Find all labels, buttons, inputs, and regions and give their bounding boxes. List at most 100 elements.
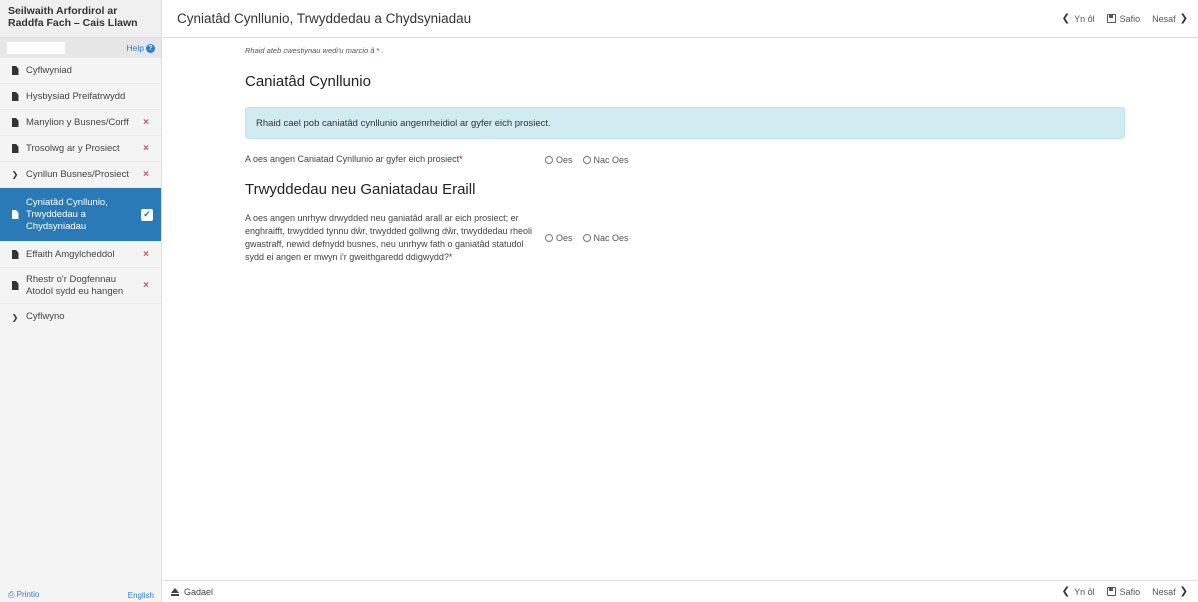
- print-link[interactable]: ⎙ Printio: [8, 590, 39, 600]
- radio-circle-icon[interactable]: [582, 155, 591, 164]
- required-note: Rhaid ateb cwestiynau wedi'u marcio â * …: [245, 46, 1125, 55]
- error-icon: ×: [143, 280, 149, 291]
- language-link[interactable]: English: [128, 591, 154, 600]
- chevron-left-icon: ❮: [1061, 586, 1071, 597]
- chevron-right-icon: ❯: [1179, 586, 1188, 597]
- radio-label: Nac Oes: [593, 233, 629, 243]
- chevron-right-icon: ❯: [11, 312, 19, 322]
- question-planning-permission: A oes angen Caniatad Cynllunio ar gyfer …: [245, 153, 1125, 166]
- error-icon: ×: [143, 249, 149, 260]
- sidebar-item-label: Cynllun Busnes/Prosiect: [26, 168, 129, 180]
- sidebar-item-label: Rhestr o'r Dogfennau Atodol sydd eu hang…: [26, 273, 124, 297]
- radio-group: Oes Nac Oes: [545, 153, 629, 166]
- footer: Gadael ❮ Yn ôl Safio Nesaf ❯: [163, 580, 1198, 602]
- sidebar-item-cyflwyniad[interactable]: Cyflwyniad: [0, 58, 161, 84]
- required-note-text: Rhaid ateb cwestiynau wedi'u marcio â: [245, 46, 375, 55]
- sidebar-item-rhestr[interactable]: Rhestr o'r Dogfennau Atodol sydd eu hang…: [0, 268, 161, 304]
- save-icon: [1106, 14, 1116, 23]
- question-text: A oes angen unrhyw drwydded neu ganiatâd…: [245, 213, 532, 262]
- chevron-left-icon: ❮: [1061, 13, 1071, 24]
- help-label: Help: [126, 43, 144, 53]
- sidebar-item-label: Cyflwyno: [26, 311, 65, 322]
- main-content: Rhaid ateb cwestiynau wedi'u marcio â * …: [163, 39, 1198, 580]
- error-icon: ×: [143, 169, 149, 180]
- sidebar-item-effaith[interactable]: Effaith Amgylcheddol ×: [0, 242, 161, 268]
- chevron-right-icon: ❯: [11, 170, 19, 179]
- sidebar-item-hysbysiad[interactable]: Hysbysiad Preifatrwydd: [0, 84, 161, 110]
- next-button[interactable]: Nesaf ❯: [1152, 586, 1188, 597]
- question-other-permits: A oes angen unrhyw drwydded neu ganiatâd…: [245, 212, 1125, 264]
- sidebar-item-trosolwg[interactable]: Trosolwg ar y Prosiect ×: [0, 136, 161, 162]
- page-title: Cyniatâd Cynllunio, Trwyddedau a Chydsyn…: [177, 11, 472, 26]
- radio-label: Oes: [556, 233, 573, 243]
- back-button[interactable]: ❮ Yn ôl: [1062, 13, 1095, 24]
- next-label: Nesaf: [1152, 13, 1176, 24]
- section-title-trwyddedau: Trwyddedau neu Ganiatadau Eraill: [245, 181, 476, 198]
- document-icon: [10, 66, 20, 75]
- save-label: Safio: [1119, 586, 1141, 597]
- radio-circle-icon[interactable]: [545, 234, 553, 242]
- sidebar-item-cynllun[interactable]: ❯ Cynllun Busnes/Prosiect ×: [0, 162, 161, 188]
- radio-circle-icon[interactable]: [582, 234, 591, 242]
- header: Cyniatâd Cynllunio, Trwyddedau a Chydsyn…: [163, 0, 1198, 38]
- document-icon: [10, 118, 20, 127]
- question-label: A oes angen Caniatad Cynllunio ar gyfer …: [245, 153, 545, 166]
- document-icon: [10, 144, 20, 153]
- search-row: Help ?: [0, 38, 161, 58]
- sidebar-item-label: Hysbysiad Preifatrwydd: [26, 90, 126, 102]
- save-button[interactable]: Safio: [1106, 13, 1141, 24]
- section-title-caniatad: Caniatâd Cynllunio: [245, 73, 371, 90]
- next-button[interactable]: Nesaf ❯: [1152, 13, 1188, 24]
- save-icon: [1106, 587, 1116, 596]
- required-note-end: .: [381, 46, 384, 55]
- radio-no[interactable]: Nac Oes: [582, 212, 629, 264]
- error-icon: ×: [143, 143, 149, 154]
- back-label: Yn ôl: [1074, 586, 1095, 597]
- required-star: *: [376, 46, 380, 55]
- help-link[interactable]: Help ?: [127, 43, 155, 53]
- radio-yes[interactable]: Oes: [545, 153, 573, 166]
- eject-icon: [171, 587, 179, 596]
- header-toolbar: ❮ Yn ôl Safio Nesaf ❯: [1062, 13, 1188, 24]
- save-button[interactable]: Safio: [1106, 586, 1141, 597]
- sidebar-footer: ⎙ Printio English: [0, 580, 162, 602]
- exit-label: Gadael: [184, 586, 214, 597]
- document-icon: [10, 92, 20, 101]
- exit-button[interactable]: Gadael: [171, 587, 1062, 597]
- required-star: *: [448, 252, 453, 262]
- chevron-right-icon: ❯: [1179, 13, 1188, 24]
- form: Rhaid ateb cwestiynau wedi'u marcio â * …: [245, 39, 1125, 264]
- printer-icon: ⎙: [8, 590, 17, 599]
- sidebar-item-label: Cyniatâd Cynllunio, Trwyddedau a Chydsyn…: [26, 196, 108, 232]
- print-label: Printio: [16, 590, 40, 599]
- document-icon: [10, 210, 20, 219]
- info-alert: Rhaid cael pob caniatâd cynllunio angenr…: [245, 107, 1125, 139]
- required-star: *: [459, 154, 463, 164]
- question-text: A oes angen Caniatad Cynllunio ar gyfer …: [245, 154, 460, 164]
- sidebar-item-manylion[interactable]: Manylion y Busnes/Corff ×: [0, 110, 161, 136]
- sidebar-item-cyflwyno[interactable]: ❯ Cyflwyno: [0, 304, 161, 330]
- sidebar-item-cyniatad[interactable]: Cyniatâd Cynllunio, Trwyddedau a Chydsyn…: [0, 188, 161, 242]
- radio-group: Oes Nac Oes: [545, 212, 629, 264]
- app-title: Seilwaith Arfordirol ar Raddfa Fach – Ca…: [0, 0, 161, 38]
- sidebar-item-label: Effaith Amgylcheddol: [26, 248, 115, 260]
- next-label: Nesaf: [1152, 586, 1176, 597]
- save-label: Safio: [1119, 13, 1141, 24]
- sidebar-item-label: Cyflwyniad: [26, 64, 72, 76]
- document-icon: [10, 250, 20, 259]
- question-label: A oes angen unrhyw drwydded neu ganiatâd…: [245, 212, 545, 264]
- back-button[interactable]: ❮ Yn ôl: [1062, 586, 1095, 597]
- radio-label: Nac Oes: [593, 154, 629, 165]
- sidebar-item-label: Manylion y Busnes/Corff: [26, 116, 129, 128]
- question-icon: ?: [146, 43, 155, 53]
- radio-label: Oes: [556, 154, 573, 165]
- radio-circle-icon[interactable]: [545, 155, 553, 164]
- sidebar: Seilwaith Arfordirol ar Raddfa Fach – Ca…: [0, 0, 162, 602]
- error-icon: ×: [143, 117, 149, 128]
- search-input[interactable]: [6, 41, 66, 55]
- radio-no[interactable]: Nac Oes: [582, 153, 629, 166]
- footer-toolbar: ❮ Yn ôl Safio Nesaf ❯: [1062, 586, 1188, 597]
- document-icon: [10, 281, 20, 290]
- radio-yes[interactable]: Oes: [545, 212, 573, 264]
- back-label: Yn ôl: [1074, 13, 1095, 24]
